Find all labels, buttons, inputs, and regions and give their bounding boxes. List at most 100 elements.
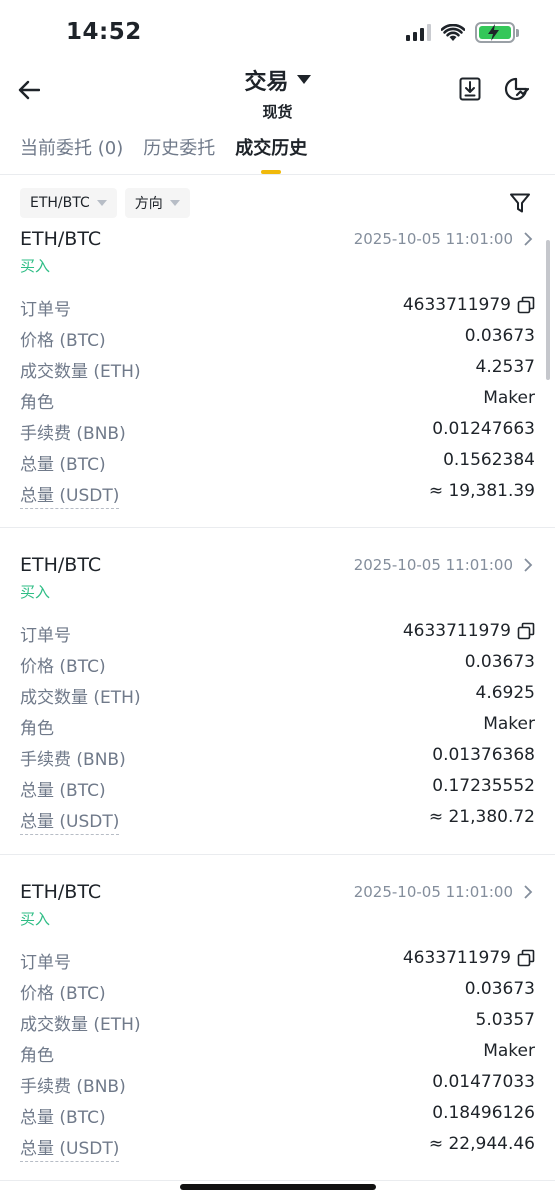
order-no-value: 4633711979 <box>402 621 511 641</box>
price-label: 价格 (BTC) <box>20 657 106 677</box>
record-side: 买入 <box>20 583 51 601</box>
fee-row: 手续费 (BNB) 0.01477033 <box>20 1072 535 1103</box>
order-tabs: 当前委托 (0) 历史委托 成交历史 <box>20 134 307 174</box>
record-side: 买入 <box>20 910 51 928</box>
order-no-row: 订单号 4633711979 <box>20 948 535 979</box>
total-usdt-label[interactable]: 总量 (USDT) <box>20 1134 120 1162</box>
copy-icon[interactable] <box>517 296 535 314</box>
role-row: 角色 Maker <box>20 714 535 745</box>
order-no-label: 订单号 <box>20 953 71 973</box>
price-value: 0.03673 <box>464 326 535 346</box>
record-pair: ETH/BTC <box>20 554 102 576</box>
direction-filter-label: 方向 <box>134 196 163 212</box>
fee-value: 0.01376368 <box>432 745 535 765</box>
total-btc-label: 总量 (BTC) <box>20 1108 106 1128</box>
tab-order-history[interactable]: 历史委托 <box>143 134 215 174</box>
record-side: 买入 <box>20 257 51 275</box>
role-value: Maker <box>483 714 535 734</box>
caret-down-icon <box>296 75 311 84</box>
role-row: 角色 Maker <box>20 388 535 419</box>
total-usdt-row: 总量 (USDT) ≈ 22,944.46 <box>20 1134 535 1165</box>
filled-qty-label: 成交数量 (ETH) <box>20 688 141 708</box>
record-time: 2025-10-05 11:01:00 <box>353 230 513 248</box>
filter-button[interactable] <box>507 190 533 216</box>
total-btc-value: 0.1562384 <box>443 450 535 470</box>
filled-qty-row: 成交数量 (ETH) 4.2537 <box>20 357 535 388</box>
price-value: 0.03673 <box>464 979 535 999</box>
filled-qty-label: 成交数量 (ETH) <box>20 1015 141 1035</box>
status-icons <box>406 22 519 43</box>
fee-label: 手续费 (BNB) <box>20 1077 126 1097</box>
total-usdt-label[interactable]: 总量 (USDT) <box>20 481 120 509</box>
filled-qty-value: 4.2537 <box>475 357 535 377</box>
status-bar: 14:52 <box>0 0 555 62</box>
pair-filter-dropdown[interactable]: ETH/BTC <box>20 188 117 218</box>
order-no-value: 4633711979 <box>402 948 511 968</box>
total-btc-value: 0.17235552 <box>432 776 535 796</box>
record-pair: ETH/BTC <box>20 881 102 903</box>
total-btc-label: 总量 (BTC) <box>20 781 106 801</box>
caret-down-icon <box>96 200 107 206</box>
chevron-right-icon <box>524 558 533 572</box>
tab-trade-history[interactable]: 成交历史 <box>235 134 307 174</box>
role-label: 角色 <box>20 719 54 739</box>
record-time: 2025-10-05 11:01:00 <box>353 556 513 574</box>
tab-open-orders[interactable]: 当前委托 (0) <box>20 134 123 174</box>
filled-qty-value: 5.0357 <box>475 1010 535 1030</box>
record-divider <box>0 1180 555 1181</box>
download-button[interactable] <box>455 74 485 104</box>
filled-qty-label: 成交数量 (ETH) <box>20 362 141 382</box>
role-label: 角色 <box>20 1046 54 1066</box>
fee-label: 手续费 (BNB) <box>20 424 126 444</box>
price-label: 价格 (BTC) <box>20 331 106 351</box>
total-btc-label: 总量 (BTC) <box>20 455 106 475</box>
total-usdt-label[interactable]: 总量 (USDT) <box>20 807 120 835</box>
caret-down-icon <box>169 200 180 206</box>
status-time: 14:52 <box>66 19 142 45</box>
fee-value: 0.01477033 <box>432 1072 535 1092</box>
chevron-right-icon <box>524 885 533 899</box>
record-divider <box>0 527 555 528</box>
download-icon <box>459 77 481 101</box>
copy-icon[interactable] <box>517 949 535 967</box>
filter-bar: ETH/BTC 方向 <box>20 188 190 218</box>
copy-icon[interactable] <box>517 622 535 640</box>
price-row: 价格 (BTC) 0.03673 <box>20 326 535 357</box>
total-btc-row: 总量 (BTC) 0.18496126 <box>20 1103 535 1134</box>
home-indicator[interactable] <box>179 1184 376 1190</box>
fee-label: 手续费 (BNB) <box>20 750 126 770</box>
fee-row: 手续费 (BNB) 0.01247663 <box>20 419 535 450</box>
total-btc-row: 总量 (BTC) 0.1562384 <box>20 450 535 481</box>
order-no-label: 订单号 <box>20 300 71 320</box>
total-usdt-row: 总量 (USDT) ≈ 21,380.72 <box>20 807 535 838</box>
filter-icon <box>510 193 530 213</box>
record-divider <box>0 854 555 855</box>
nav-header: 交易 现货 <box>0 62 555 124</box>
order-no-row: 订单号 4633711979 <box>20 621 535 652</box>
filled-qty-row: 成交数量 (ETH) 5.0357 <box>20 1010 535 1041</box>
price-label: 价格 (BTC) <box>20 984 106 1004</box>
price-value: 0.03673 <box>464 652 535 672</box>
order-no-row: 订单号 4633711979 <box>20 295 535 326</box>
fee-value: 0.01247663 <box>432 419 535 439</box>
chevron-right-icon <box>524 232 533 246</box>
analysis-button[interactable] <box>501 74 531 104</box>
direction-filter-dropdown[interactable]: 方向 <box>124 188 190 218</box>
price-row: 价格 (BTC) 0.03673 <box>20 979 535 1010</box>
cellular-signal-icon <box>406 24 431 41</box>
scrollbar[interactable] <box>546 240 550 380</box>
tabs-divider <box>0 174 555 175</box>
total-usdt-value: ≈ 19,381.39 <box>428 481 535 501</box>
pair-filter-label: ETH/BTC <box>30 195 90 211</box>
filled-qty-row: 成交数量 (ETH) 4.6925 <box>20 683 535 714</box>
trade-record[interactable]: ETH/BTC 2025-10-05 11:01:00 买入 订单号 463371… <box>20 554 535 835</box>
record-time: 2025-10-05 11:01:00 <box>353 883 513 901</box>
fee-row: 手续费 (BNB) 0.01376368 <box>20 745 535 776</box>
order-no-value: 4633711979 <box>402 295 511 315</box>
trade-record[interactable]: ETH/BTC 2025-10-05 11:01:00 买入 订单号 463371… <box>20 881 535 1162</box>
role-label: 角色 <box>20 393 54 413</box>
price-row: 价格 (BTC) 0.03673 <box>20 652 535 683</box>
trade-record[interactable]: ETH/BTC 2025-10-05 11:01:00 买入 订单号 463371… <box>20 228 535 509</box>
wifi-icon <box>441 23 465 41</box>
battery-charging-icon <box>475 22 519 43</box>
